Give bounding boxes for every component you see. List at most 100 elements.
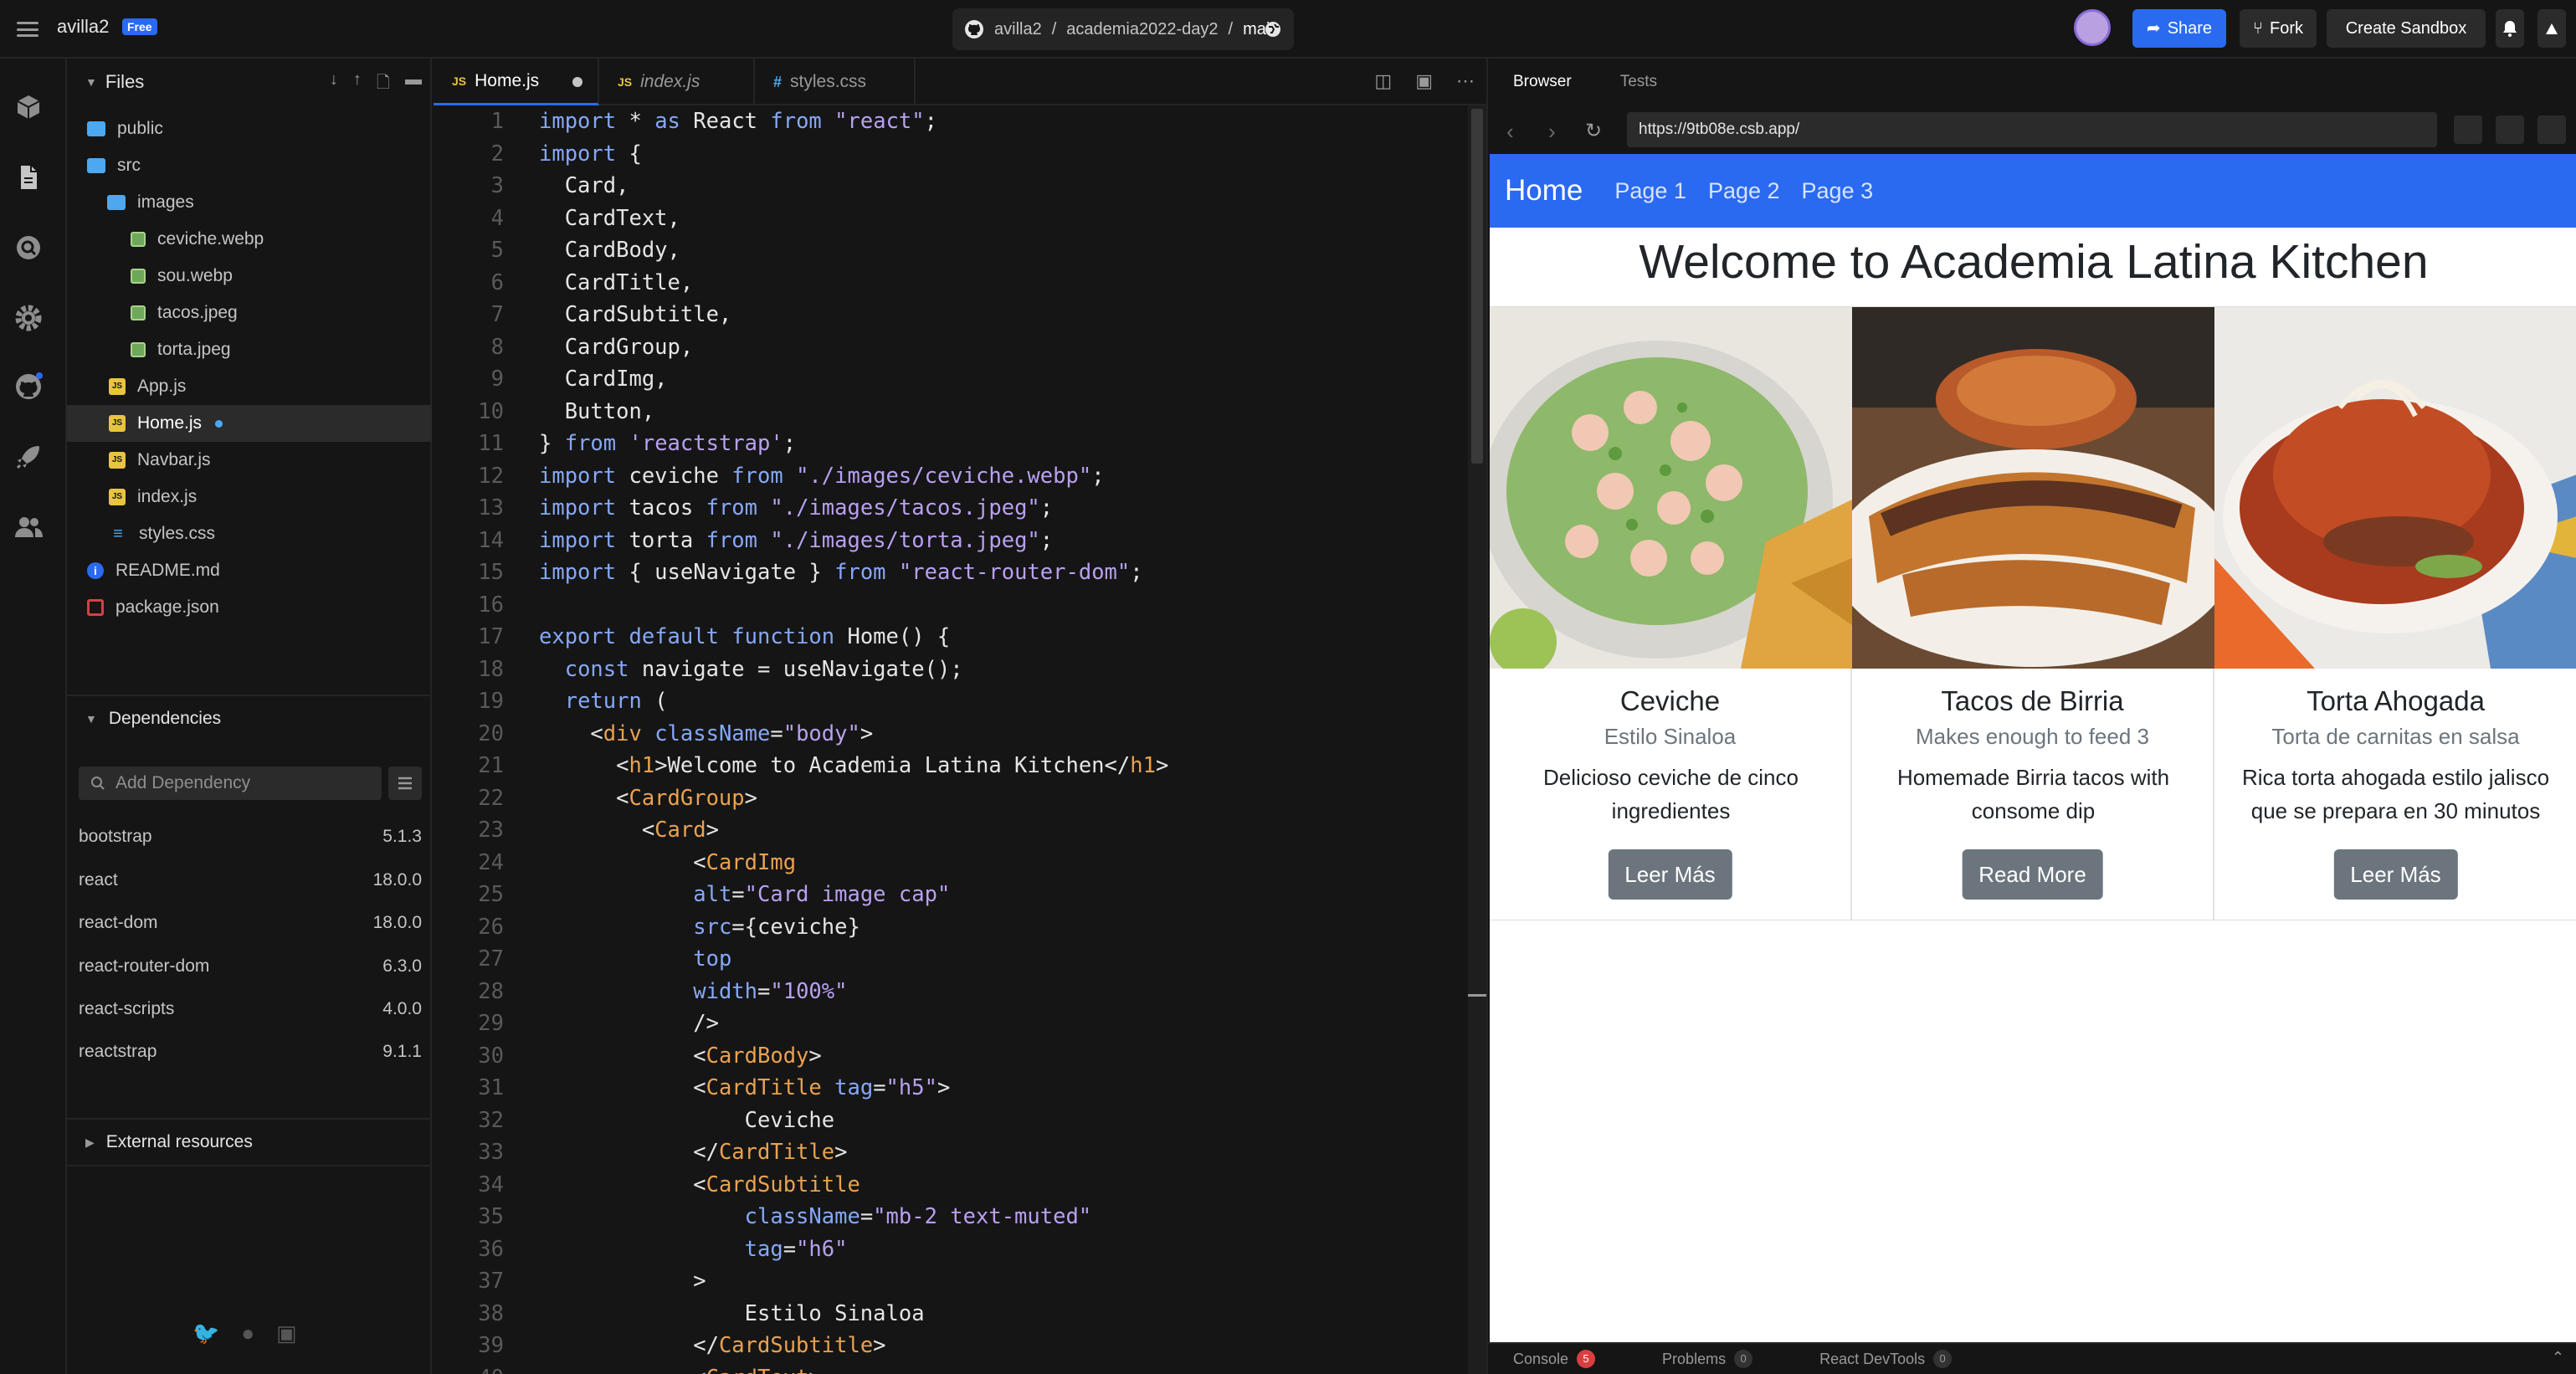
tree-item-src[interactable]: src — [67, 147, 432, 184]
code-line: Ceviche — [539, 1107, 835, 1133]
tree-item-public[interactable]: public — [67, 110, 432, 147]
upload-icon[interactable]: ↑ — [353, 70, 362, 99]
dependency-row[interactable]: react-dom 18.0.0 — [79, 906, 422, 940]
fork-button[interactable]: ⑂ Fork — [2240, 9, 2317, 48]
line-number: 14 — [478, 527, 504, 553]
repo-breadcrumb[interactable]: avilla2 / academia2022-day2 / main — [952, 8, 1295, 50]
forward-icon[interactable]: › — [1548, 119, 1556, 145]
code-line: className="mb-2 text-muted" — [744, 1204, 1092, 1229]
hamburger-menu-icon[interactable] — [17, 18, 38, 40]
tree-item-navbar-js[interactable]: JS Navbar.js — [67, 442, 432, 479]
new-file-icon[interactable]: 🗋 — [377, 70, 390, 99]
dependency-row[interactable]: reactstrap 9.1.1 — [79, 1035, 422, 1069]
chevron-up-icon[interactable]: ⌃ — [2552, 1349, 2564, 1366]
nav-home-link[interactable]: Home — [1505, 174, 1583, 208]
url-input[interactable]: https://9tb08e.csb.app/ — [1627, 112, 2437, 147]
username[interactable]: avilla2 — [57, 13, 109, 40]
image-file-icon — [131, 232, 146, 247]
console-tab[interactable]: Console 5 — [1513, 1350, 1596, 1368]
download-icon[interactable]: ↓ — [330, 70, 338, 99]
add-dependency-input[interactable]: Add Dependency — [79, 766, 382, 800]
back-icon[interactable]: ‹ — [1506, 119, 1514, 145]
tree-item-home-js[interactable]: JS Home.js — [67, 405, 432, 442]
tab-browser[interactable]: Browser — [1513, 73, 1572, 91]
tree-item-readme[interactable]: i README.md — [67, 552, 432, 589]
dependencies-header[interactable]: ▼ Dependencies — [67, 695, 432, 741]
dependency-menu-button[interactable] — [388, 766, 422, 800]
avatar[interactable] — [2074, 9, 2111, 46]
editor-scrollbar[interactable] — [1468, 105, 1486, 1374]
files-header[interactable]: ▼ Files ↓ ↑ 🗋 ▬ — [67, 59, 432, 105]
bell-icon[interactable] — [2496, 9, 2524, 48]
code-line: width="100%" — [693, 978, 848, 1004]
github-icon[interactable]: ● — [241, 1320, 254, 1346]
tab-tests[interactable]: Tests — [1620, 73, 1657, 91]
tree-item-index-js[interactable]: JS index.js — [67, 479, 432, 515]
code-line: Button, — [539, 398, 655, 424]
dependency-name: react-dom — [79, 913, 158, 932]
user-icon[interactable] — [2538, 9, 2566, 48]
code-line: const navigate = useNavigate(); — [564, 656, 963, 682]
nav-page-2-link[interactable]: Page 2 — [1708, 178, 1780, 204]
dependency-name: react-scripts — [79, 999, 175, 1018]
tree-item-styles-css[interactable]: ≡ styles.css — [67, 515, 432, 552]
tab-index-js[interactable]: JS index.js — [599, 59, 755, 105]
tree-item-sou[interactable]: sou.webp — [67, 258, 432, 295]
dependency-row[interactable]: react-scripts 4.0.0 — [79, 992, 422, 1026]
github-icon[interactable] — [13, 372, 44, 402]
js-file-icon: JS — [618, 75, 633, 89]
dependency-row[interactable]: bootstrap 5.1.3 — [79, 820, 422, 854]
tree-item-ceviche[interactable]: ceviche.webp — [67, 221, 432, 258]
rocket-icon[interactable] — [13, 442, 44, 472]
file-icon[interactable] — [13, 162, 44, 192]
line-number: 37 — [478, 1269, 504, 1294]
share-button[interactable]: ➦ Share — [2132, 9, 2226, 48]
nav-page-1-link[interactable]: Page 1 — [1614, 178, 1686, 204]
problems-tab[interactable]: Problems 0 — [1662, 1350, 1753, 1368]
preview-icon[interactable]: ▣ — [1415, 70, 1433, 92]
globe-icon[interactable] — [1264, 20, 1282, 38]
tab-home-js[interactable]: JS Home.js — [434, 59, 599, 105]
more-icon[interactable]: ⋯ — [1456, 70, 1475, 92]
page-title: Welcome to Academia Latina Kitchen — [1639, 235, 2429, 289]
dependency-row[interactable]: react 18.0.0 — [79, 864, 422, 897]
dependency-name: bootstrap — [79, 827, 152, 846]
tab-styles-css[interactable]: # styles.css — [755, 59, 916, 105]
external-resources-header[interactable]: ▶ External resources — [67, 1118, 432, 1165]
search-icon[interactable] — [13, 233, 44, 263]
react-devtools-tab[interactable]: React DevTools 0 — [1819, 1350, 1953, 1368]
tab-label: index.js — [640, 72, 700, 91]
fork-icon: ⑂ — [2253, 19, 2263, 38]
nav-page-3-link[interactable]: Page 3 — [1802, 178, 1874, 204]
read-more-button[interactable]: Leer Más — [2333, 849, 2458, 900]
dependencies-header-label: Dependencies — [108, 709, 222, 728]
discord-icon[interactable]: ▣ — [276, 1320, 297, 1346]
scrollbar-thumb[interactable] — [1471, 109, 1483, 464]
tree-item-images[interactable]: images — [67, 184, 432, 221]
tree-item-torta[interactable]: torta.jpeg — [67, 331, 432, 368]
refresh-icon[interactable]: ↻ — [1585, 119, 1602, 143]
twitter-icon[interactable]: 🐦 — [192, 1320, 219, 1346]
gear-icon[interactable] — [13, 303, 44, 333]
tree-item-app-js[interactable]: JS App.js — [67, 368, 432, 405]
users-icon[interactable] — [13, 512, 44, 542]
open-window-icon[interactable] — [2538, 115, 2566, 144]
cube-icon[interactable] — [13, 92, 44, 122]
unsaved-dot-icon[interactable] — [572, 77, 582, 87]
card-group: Ceviche Estilo Sinaloa Delicioso ceviche… — [1490, 306, 2576, 920]
line-number: 21 — [478, 753, 504, 778]
copy-icon[interactable] — [2496, 115, 2524, 144]
new-folder-icon[interactable]: ▬ — [405, 70, 422, 99]
tree-item-package-json[interactable]: package.json — [67, 589, 432, 626]
split-view-icon[interactable]: ◫ — [1374, 70, 1392, 92]
code-editor: JS Home.js JS index.js # styles.css ◫ ▣ … — [434, 59, 1486, 1374]
tree-item-tacos[interactable]: tacos.jpeg — [67, 295, 432, 331]
read-more-button[interactable]: Leer Más — [1608, 849, 1732, 900]
code-area[interactable]: 1 2 3 4 5 6 7 8 9 10 11 12 13 14 15 16 17 18 19 20 21 22 23 24 2… — [434, 105, 1468, 1374]
read-more-button[interactable]: Read More — [1962, 849, 2103, 900]
create-sandbox-button[interactable]: Create Sandbox — [2327, 9, 2486, 48]
codesandbox-icon[interactable] — [2454, 115, 2482, 144]
code-line: top — [693, 946, 732, 972]
line-number: 27 — [478, 946, 504, 972]
dependency-row[interactable]: react-router-dom 6.3.0 — [79, 950, 422, 983]
